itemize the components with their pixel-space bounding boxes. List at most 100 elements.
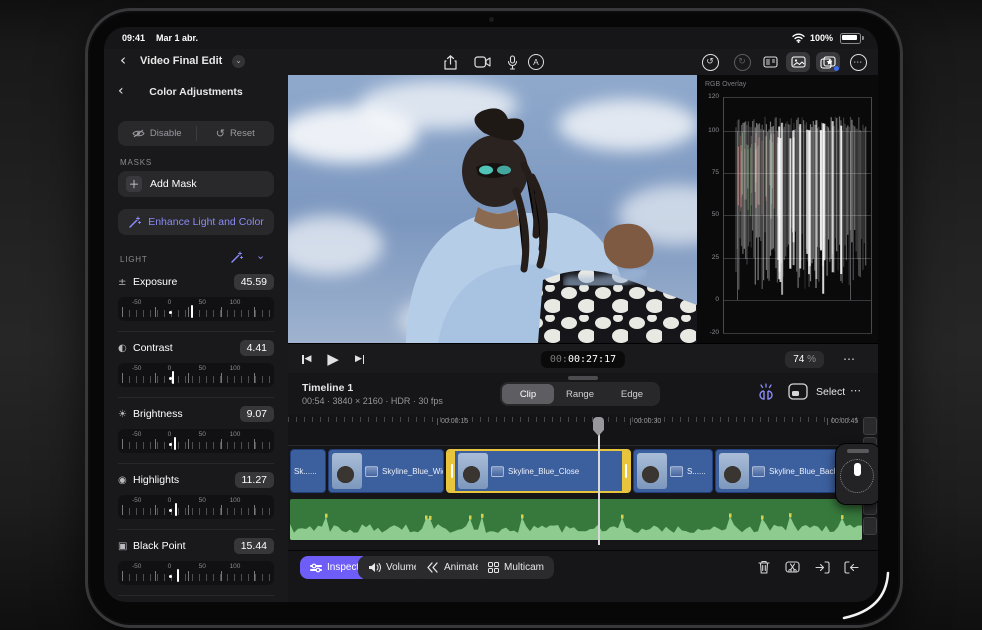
- blade-cut-icon[interactable]: [782, 557, 802, 577]
- overwrite-icon[interactable]: [788, 383, 808, 400]
- enhance-button[interactable]: Enhance Light and Color: [118, 209, 274, 235]
- light-section-label: LIGHT: [120, 255, 148, 264]
- mode-clip[interactable]: Clip: [502, 384, 554, 404]
- slider-ruler[interactable]: -50 0 50 100: [118, 561, 274, 585]
- slider-label: Brightness: [133, 408, 183, 420]
- scope-tick: 75: [711, 169, 719, 176]
- brightness-icon: ☀: [118, 408, 127, 420]
- jog-wheel[interactable]: [835, 443, 878, 505]
- timeline-more-icon[interactable]: ⋯: [850, 384, 862, 397]
- battery-icon: [840, 33, 861, 44]
- reset-button[interactable]: ↺ Reset: [197, 121, 275, 146]
- clip-media-icon: [752, 465, 765, 477]
- slider-value[interactable]: 45.59: [233, 274, 274, 290]
- viewer-area: RGB Overlay 120 100 75 50 25 0 -20: [288, 75, 878, 343]
- contrast-icon: ◐: [118, 342, 127, 354]
- mode-range[interactable]: Range: [554, 384, 606, 404]
- clip-media-icon: [365, 465, 378, 477]
- color-adjustments-panel: ‹ Color Adjustments Disable ↺ Reset MASK…: [104, 75, 289, 602]
- slider-ruler[interactable]: -50 0 50 100: [118, 363, 274, 387]
- preview-video[interactable]: [288, 75, 697, 343]
- play-button[interactable]: ▶: [327, 350, 339, 368]
- light-collapse-chevron-icon[interactable]: ⌄: [256, 249, 265, 262]
- slider-value[interactable]: 4.41: [239, 340, 274, 356]
- ruler-label: 00:00:15: [437, 418, 468, 425]
- blade-tool-icon[interactable]: [756, 383, 776, 401]
- scope-tick: 25: [711, 254, 719, 261]
- timeline-resize-handle[interactable]: [568, 376, 598, 380]
- slider-value[interactable]: 9.07: [239, 406, 274, 422]
- light-wand-icon[interactable]: [230, 251, 243, 264]
- skip-back-button[interactable]: ◀: [302, 354, 311, 364]
- select-button[interactable]: Select: [816, 386, 845, 398]
- timecode-display: 00:00:27:17: [540, 350, 626, 368]
- disable-reset-control: Disable ↺ Reset: [118, 121, 274, 146]
- insert-clip-icon[interactable]: [812, 557, 832, 577]
- skip-forward-button[interactable]: ▶: [355, 354, 365, 364]
- media-browser-icon[interactable]: [786, 52, 810, 72]
- add-mask-button[interactable]: ＋ Add Mask: [118, 171, 274, 197]
- trim-handle-left[interactable]: [448, 451, 455, 491]
- mode-edge[interactable]: Edge: [606, 384, 658, 404]
- timeline-clip[interactable]: S......: [633, 449, 713, 493]
- plus-icon: ＋: [126, 176, 142, 192]
- scope-waveform: [735, 116, 867, 295]
- playhead-line[interactable]: [598, 433, 600, 545]
- timeline-clip-selected[interactable]: Skyline_Blue_Close: [446, 449, 631, 493]
- timeline-name: Timeline 1: [302, 382, 354, 394]
- scope-title: RGB Overlay: [705, 81, 747, 88]
- slider-label: Exposure: [133, 276, 178, 288]
- more-icon[interactable]: ⋯: [846, 52, 870, 72]
- back-icon[interactable]: ‹: [120, 51, 126, 69]
- redo-icon[interactable]: ↻: [730, 52, 754, 72]
- front-camera: [489, 17, 494, 22]
- multicam-grid-icon: [488, 562, 499, 573]
- audio-track[interactable]: [290, 499, 862, 540]
- disable-button[interactable]: Disable: [118, 121, 196, 146]
- audio-waveform: [290, 513, 862, 540]
- slider-ruler[interactable]: -50 0 50 100: [118, 429, 274, 453]
- multicam-button[interactable]: Multicam: [478, 556, 555, 579]
- slider-label: Highlights: [133, 474, 180, 486]
- reset-icon: ↺: [215, 127, 225, 140]
- add-mask-label: Add Mask: [150, 178, 197, 190]
- exposure-icon: ±: [118, 276, 127, 288]
- slider-value[interactable]: 11.27: [234, 472, 274, 488]
- clip-media-icon: [491, 465, 504, 477]
- slider-ruler[interactable]: -50 0 50 100: [118, 495, 274, 519]
- clip-thumbnail: [719, 453, 749, 489]
- inspect-sliders-icon: [310, 563, 322, 572]
- undo-icon[interactable]: ↺: [698, 52, 722, 72]
- scope-tick: 50: [711, 211, 719, 218]
- clip-thumbnail: [458, 453, 488, 489]
- trim-handle-right[interactable]: [622, 451, 629, 491]
- viewer-zoom-button[interactable]: 74 %: [785, 350, 824, 368]
- clip-thumbnail: [637, 453, 667, 489]
- transport-bar: ◀ ▶ ▶ 00:00:27:17 74 % ⋯: [288, 343, 878, 374]
- slider-label: Contrast: [133, 342, 173, 354]
- microphone-icon[interactable]: [500, 52, 524, 72]
- status-bar: 09:41 Mar 1 abr. 100%: [104, 27, 878, 49]
- jog-grab-handle[interactable]: [847, 449, 869, 453]
- timeline-clip[interactable]: Skyline_Blue_Wide: [328, 449, 444, 493]
- rgb-overlay-scope: RGB Overlay 120 100 75 50 25 0 -20: [697, 75, 878, 343]
- delete-icon[interactable]: [754, 557, 774, 577]
- slider-value[interactable]: 15.44: [233, 538, 274, 554]
- project-chevron-down-icon[interactable]: ⌄: [232, 55, 245, 68]
- index-icon[interactable]: [758, 52, 782, 72]
- timeline-clip[interactable]: Sk......: [290, 449, 326, 493]
- effects-icon[interactable]: [816, 52, 840, 72]
- captions-icon[interactable]: A: [524, 52, 548, 72]
- video-track: Sk...... Skyline_Blue_Wide Skyline_Blue_…: [288, 449, 862, 493]
- slider-highlights: ◉ Highlights 11.27 -50 0 50 100: [118, 471, 274, 519]
- ipad-device: 09:41 Mar 1 abr. 100% ‹ Video Final Edit…: [85, 8, 903, 628]
- slider-ruler[interactable]: -50 0 50 100: [118, 297, 274, 321]
- viewer-more-icon[interactable]: ⋯: [843, 352, 856, 366]
- project-title[interactable]: Video Final Edit: [140, 55, 222, 67]
- share-icon[interactable]: [438, 52, 462, 72]
- masks-section-label: MASKS: [120, 158, 153, 167]
- speaker-icon: [369, 563, 381, 572]
- timeline-ruler[interactable]: 00:00:15 00:00:30 00:00:45: [288, 415, 862, 446]
- camera-icon[interactable]: [470, 52, 494, 72]
- disable-label: Disable: [149, 128, 182, 139]
